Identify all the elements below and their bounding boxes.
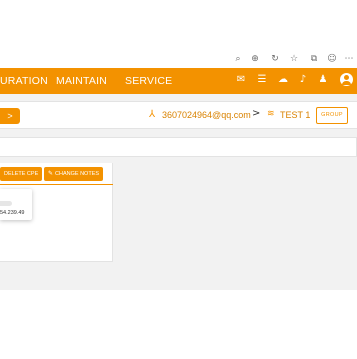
main-navbar: URATION MAINTAIN SERVICE ✉ ☰ ☁ ♪ ♟ <box>0 68 357 94</box>
back-button[interactable]: > <box>0 108 20 124</box>
cloud-icon[interactable]: ☁ <box>277 74 289 86</box>
browser-toolbar: ⌕ ⊕ ↻ ☆ ⧉ ☺ ⋯ <box>0 50 357 68</box>
context-bar: > ⅄ 3607024964@qq.com > ≋ TEST 1 GROUP <box>0 101 357 129</box>
chat-icon[interactable]: ✉ <box>235 74 247 86</box>
filter-bar[interactable] <box>0 137 357 157</box>
card-divider <box>0 184 113 185</box>
breadcrumb-separator: > <box>252 108 261 119</box>
wifi-icon: ≋ <box>267 109 275 119</box>
zoom-icon[interactable]: ⊕ <box>250 54 260 64</box>
account-tree-icon: ⅄ <box>149 109 156 120</box>
change-notes-label: CHANGE NOTES <box>55 171 100 177</box>
list-icon[interactable]: ☰ <box>256 74 268 86</box>
account-link[interactable]: 3607024964@qq.com <box>162 110 251 120</box>
favorite-icon[interactable]: ☆ <box>289 54 299 64</box>
read-aloud-icon[interactable]: ⌕ <box>233 54 243 64</box>
group-button[interactable]: GROUP <box>316 107 348 124</box>
collections-icon[interactable]: ⧉ <box>309 54 319 64</box>
avatar-icon[interactable] <box>340 73 353 86</box>
refresh-icon[interactable]: ↻ <box>270 54 280 64</box>
change-notes-button[interactable]: ✎ CHANGE NOTES <box>44 167 104 181</box>
pencil-icon: ✎ <box>48 170 54 177</box>
users-icon[interactable]: ♟ <box>317 74 329 86</box>
nav-maintain[interactable]: MAINTAIN <box>56 75 107 87</box>
bell-icon[interactable]: ♪ <box>297 74 309 86</box>
delete-cpe-button[interactable]: DELETE CPE <box>0 167 43 181</box>
status-pill <box>0 201 12 206</box>
delete-cpe-label: DELETE CPE <box>4 171 39 177</box>
ip-address: 54.239.49 <box>0 210 25 216</box>
device-popup: 54.239.49 <box>0 189 32 220</box>
profile-icon[interactable]: ☺ <box>327 54 337 64</box>
nav-configuration[interactable]: URATION <box>0 75 48 87</box>
nav-service[interactable]: SERVICE <box>125 75 172 87</box>
site-link[interactable]: TEST 1 <box>280 110 310 120</box>
more-icon[interactable]: ⋯ <box>344 54 354 64</box>
